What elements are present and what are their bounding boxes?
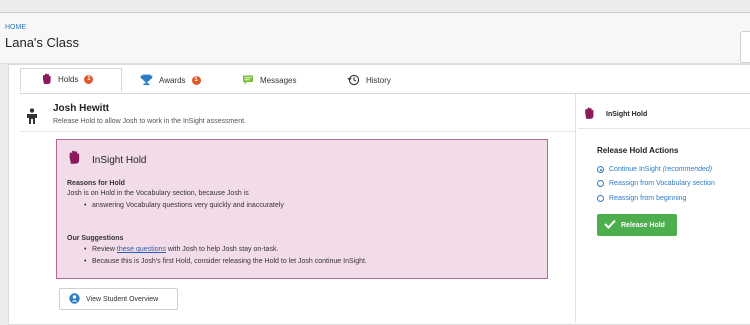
radio-selected[interactable] bbox=[597, 166, 604, 173]
checkmark-icon bbox=[604, 219, 616, 231]
view-student-overview-label: View Student Overview bbox=[86, 295, 159, 303]
tab-messages[interactable]: Messages bbox=[242, 68, 296, 93]
page-title: Lana's Class bbox=[5, 35, 80, 50]
suggestion-bullet-1: Review these questions with Josh to help… bbox=[84, 246, 279, 253]
tab-history[interactable]: History bbox=[347, 68, 391, 93]
release-hold-button[interactable]: Release Hold bbox=[597, 214, 677, 236]
tab-awards-label: Awards bbox=[159, 76, 186, 85]
option-reassign-beginning[interactable]: Reassign from beginning bbox=[597, 195, 686, 202]
trophy-icon bbox=[140, 74, 153, 88]
radio-unselected[interactable] bbox=[597, 195, 604, 202]
student-description: Release Hold to allow Josh to work in th… bbox=[53, 118, 246, 125]
holds-count-badge: 1 bbox=[84, 75, 94, 84]
suggestion-bullet-2: Because this is Josh's first Hold, consi… bbox=[84, 258, 367, 265]
tab-holds-label: Holds bbox=[58, 75, 79, 84]
option-label: Reassign from beginning bbox=[609, 195, 687, 202]
breadcrumb-home[interactable]: HOME bbox=[5, 24, 26, 31]
divider bbox=[578, 128, 750, 129]
radio-unselected[interactable] bbox=[597, 180, 604, 187]
column-divider bbox=[575, 94, 576, 323]
tab-bar: Holds 1 Awards 1 Messages History bbox=[20, 68, 750, 94]
student-person-icon bbox=[26, 108, 38, 129]
tab-messages-label: Messages bbox=[260, 76, 297, 85]
header-action-button[interactable] bbox=[740, 31, 750, 63]
side-hold-title: InSight Hold bbox=[606, 111, 648, 118]
view-student-overview-button[interactable]: View Student Overview bbox=[59, 288, 178, 310]
user-circle-icon bbox=[69, 292, 80, 306]
hand-icon bbox=[67, 150, 81, 170]
these-questions-link[interactable]: these questions bbox=[117, 246, 166, 253]
hold-box-title: InSight Hold bbox=[92, 155, 147, 166]
reasons-heading: Reasons for Hold bbox=[67, 180, 125, 187]
option-note: (recommended) bbox=[662, 166, 713, 173]
suggestion-1-prefix: Review bbox=[92, 246, 117, 253]
student-name: Josh Hewitt bbox=[53, 103, 110, 114]
tab-holds[interactable]: Holds 1 bbox=[20, 68, 122, 92]
option-continue-insight[interactable]: Continue InSight (recommended) bbox=[597, 166, 712, 173]
release-hold-label: Release Hold bbox=[621, 221, 665, 229]
suggestions-heading: Our Suggestions bbox=[67, 235, 124, 242]
hand-icon bbox=[41, 73, 52, 87]
hand-icon bbox=[583, 107, 595, 125]
message-icon bbox=[242, 74, 254, 88]
tab-awards[interactable]: Awards 1 bbox=[140, 68, 201, 93]
awards-count-badge: 1 bbox=[191, 76, 201, 85]
tab-history-label: History bbox=[366, 76, 391, 85]
history-icon bbox=[347, 74, 360, 88]
reason-bullet: answering Vocabulary questions very quic… bbox=[84, 202, 284, 209]
suggestion-1-suffix: with Josh to help Josh stay on-task. bbox=[165, 246, 279, 253]
divider bbox=[20, 131, 575, 132]
option-reassign-vocabulary[interactable]: Reassign from Vocabulary section bbox=[597, 180, 715, 187]
reasons-text: Josh is on Hold in the Vocabulary sectio… bbox=[67, 190, 249, 197]
option-label: Reassign from Vocabulary section bbox=[609, 180, 715, 187]
release-hold-actions-title: Release Hold Actions bbox=[597, 146, 679, 155]
header-bar: HOME Lana's Class bbox=[0, 12, 750, 64]
option-label: Continue InSight bbox=[609, 166, 663, 173]
